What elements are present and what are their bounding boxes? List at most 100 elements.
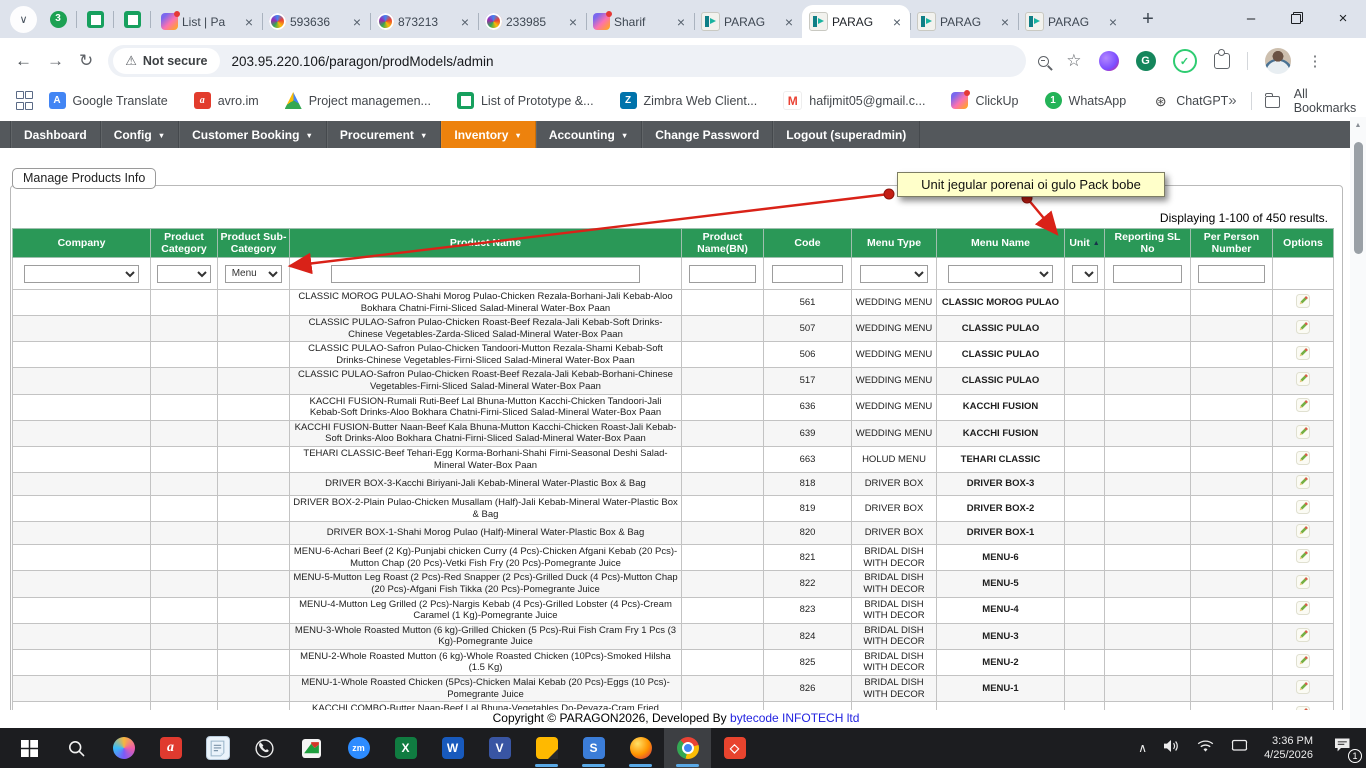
browser-tab[interactable]: 593636× bbox=[262, 5, 370, 38]
close-button[interactable]: × bbox=[1320, 0, 1366, 36]
whatsapp-taskbar-icon[interactable] bbox=[241, 728, 288, 768]
wifi-icon[interactable] bbox=[1196, 739, 1215, 758]
all-bookmarks-button[interactable]: All Bookmarks bbox=[1294, 87, 1359, 115]
browser-tab[interactable]: PARAG× bbox=[910, 5, 1018, 38]
extensions-puzzle-icon[interactable] bbox=[1214, 53, 1230, 69]
filter-input[interactable] bbox=[689, 265, 755, 283]
restore-button[interactable] bbox=[1274, 0, 1320, 36]
column-header-product-category[interactable]: Product Category bbox=[151, 229, 218, 258]
nav-item-customer-booking[interactable]: Customer Booking▼ bbox=[179, 121, 327, 148]
grammarly-extension-icon[interactable]: G bbox=[1136, 51, 1156, 71]
tab-close-icon[interactable]: × bbox=[351, 14, 363, 30]
column-header-unit[interactable]: Unit▲ bbox=[1065, 229, 1105, 258]
edit-icon[interactable] bbox=[1296, 425, 1310, 439]
column-header-product-name-bn-[interactable]: Product Name(BN) bbox=[682, 229, 764, 258]
nav-item-logout-superadmin-[interactable]: Logout (superadmin) bbox=[773, 121, 920, 148]
firefox-taskbar-icon[interactable] bbox=[617, 728, 664, 768]
bookmarks-overflow-icon[interactable]: » bbox=[1228, 92, 1236, 109]
nav-item-accounting[interactable]: Accounting▼ bbox=[536, 121, 642, 148]
nav-item-change-password[interactable]: Change Password bbox=[642, 121, 773, 148]
filter-select[interactable] bbox=[24, 265, 138, 283]
chrome-taskbar-icon[interactable] bbox=[664, 728, 711, 768]
browser-tab[interactable]: PARAG× bbox=[694, 5, 802, 38]
profile-avatar[interactable] bbox=[1265, 48, 1291, 74]
nav-item-dashboard[interactable]: Dashboard bbox=[10, 121, 101, 148]
apps-grid-icon[interactable] bbox=[16, 91, 31, 110]
browser-tab[interactable]: List | Pa× bbox=[154, 5, 262, 38]
s-taskbar-icon[interactable]: S bbox=[570, 728, 617, 768]
tab-close-icon[interactable]: × bbox=[675, 14, 687, 30]
edit-icon[interactable] bbox=[1296, 346, 1310, 360]
column-header-product-sub-category[interactable]: Product Sub-Category bbox=[218, 229, 290, 258]
edit-icon[interactable] bbox=[1296, 601, 1310, 615]
bookmark-item[interactable]: List of Prototype &... bbox=[457, 92, 594, 109]
filter-select[interactable]: Menu bbox=[225, 265, 283, 283]
edit-icon[interactable] bbox=[1296, 294, 1310, 308]
reload-button[interactable]: ↻ bbox=[79, 51, 93, 71]
filter-input[interactable] bbox=[331, 265, 641, 283]
notepad-taskbar-icon[interactable] bbox=[194, 728, 241, 768]
win-taskbar-icon[interactable] bbox=[6, 728, 53, 768]
edit-icon[interactable] bbox=[1296, 524, 1310, 538]
tray-expand-icon[interactable]: ∧ bbox=[1138, 741, 1147, 755]
tab-close-icon[interactable]: × bbox=[783, 14, 795, 30]
bookmark-item[interactable]: Mhafijmit05@gmail.c... bbox=[783, 91, 925, 110]
minimize-button[interactable]: – bbox=[1228, 0, 1274, 36]
edit-icon[interactable] bbox=[1296, 500, 1310, 514]
bookmark-item[interactable]: 1WhatsApp bbox=[1045, 92, 1127, 109]
bookmark-item[interactable]: ClickUp bbox=[951, 92, 1018, 109]
tab-search-button[interactable]: ∨ bbox=[10, 6, 37, 33]
edit-icon[interactable] bbox=[1296, 654, 1310, 668]
bookmark-star-icon[interactable]: ☆ bbox=[1066, 51, 1081, 71]
edit-icon[interactable] bbox=[1296, 372, 1310, 386]
visio-taskbar-icon[interactable]: V bbox=[476, 728, 523, 768]
url-text[interactable]: 203.95.220.106/paragon/prodModels/admin bbox=[232, 54, 494, 69]
nav-item-inventory[interactable]: Inventory▼ bbox=[441, 121, 535, 148]
column-header-product-name[interactable]: Product Name bbox=[290, 229, 682, 258]
yellowdoc-taskbar-icon[interactable] bbox=[523, 728, 570, 768]
nav-item-config[interactable]: Config▼ bbox=[101, 121, 179, 148]
page-scrollbar[interactable]: ▲ bbox=[1350, 117, 1366, 728]
excel-taskbar-icon[interactable]: X bbox=[382, 728, 429, 768]
address-bar[interactable]: ⚠ Not secure 203.95.220.106/paragon/prod… bbox=[108, 45, 1026, 77]
tab-close-icon[interactable]: × bbox=[243, 14, 255, 30]
column-header-code[interactable]: Code bbox=[764, 229, 852, 258]
bookmark-item[interactable]: Project managemen... bbox=[285, 92, 431, 109]
pinned-tab[interactable] bbox=[117, 6, 147, 32]
speaker-icon[interactable] bbox=[1162, 739, 1181, 758]
column-header-per-person-number[interactable]: Per Person Number bbox=[1191, 229, 1273, 258]
clock[interactable]: 3:36 PM 4/25/2026 bbox=[1264, 734, 1313, 763]
column-header-menu-type[interactable]: Menu Type bbox=[852, 229, 937, 258]
column-header-company[interactable]: Company bbox=[13, 229, 151, 258]
browser-tab[interactable]: PARAG× bbox=[1018, 5, 1126, 38]
tab-close-icon[interactable]: × bbox=[567, 14, 579, 30]
copilot-taskbar-icon[interactable] bbox=[100, 728, 147, 768]
avro-taskbar-icon[interactable]: a bbox=[147, 728, 194, 768]
menu-dots-icon[interactable]: ⋮ bbox=[1308, 52, 1323, 70]
browser-tab[interactable]: 873213× bbox=[370, 5, 478, 38]
column-header-reporting-sl-no[interactable]: Reporting SL No bbox=[1105, 229, 1191, 258]
tab-close-icon[interactable]: × bbox=[1107, 14, 1119, 30]
pinned-tab[interactable]: 3 bbox=[43, 6, 73, 32]
new-tab-button[interactable]: + bbox=[1136, 8, 1160, 31]
tab-close-icon[interactable]: × bbox=[891, 14, 903, 30]
edit-icon[interactable] bbox=[1296, 320, 1310, 334]
column-header-options[interactable]: Options bbox=[1273, 229, 1334, 258]
edit-icon[interactable] bbox=[1296, 549, 1310, 563]
edit-icon[interactable] bbox=[1296, 575, 1310, 589]
forward-button[interactable]: → bbox=[47, 51, 64, 71]
idm-taskbar-icon[interactable] bbox=[288, 728, 335, 768]
zoom-out-icon[interactable] bbox=[1038, 56, 1049, 67]
edit-icon[interactable] bbox=[1296, 680, 1310, 694]
filter-select[interactable] bbox=[948, 265, 1054, 283]
virtual-desktop-icon[interactable] bbox=[1230, 738, 1249, 758]
developer-link[interactable]: bytecode INFOTECH ltd bbox=[730, 711, 859, 725]
edit-icon[interactable] bbox=[1296, 628, 1310, 642]
filter-select[interactable] bbox=[157, 265, 210, 283]
search-taskbar-icon[interactable] bbox=[53, 728, 100, 768]
filter-input[interactable] bbox=[1198, 265, 1264, 283]
notification-center-icon[interactable]: 1 bbox=[1332, 736, 1354, 760]
scrollbar-thumb[interactable] bbox=[1354, 142, 1363, 254]
bookmark-item[interactable]: AGoogle Translate bbox=[49, 92, 168, 109]
reddiamond-taskbar-icon[interactable]: ◇ bbox=[711, 728, 758, 768]
